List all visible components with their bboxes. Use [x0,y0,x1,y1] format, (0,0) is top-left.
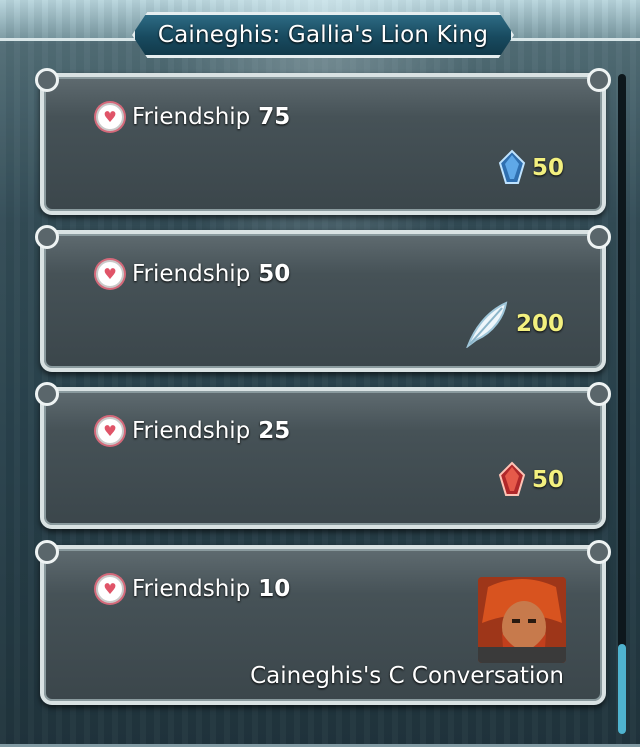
heart-icon: ♥ [96,417,124,445]
reward-card[interactable]: ♥ Friendship 10 Caineghis's C Conversati… [35,540,611,705]
blue-orb-icon [498,149,526,184]
friendship-row: ♥ Friendship 10 [96,575,290,603]
friendship-label: Friendship [132,418,251,444]
friendship-row: ♥ Friendship 50 [96,260,290,288]
scrollbar-thumb[interactable] [618,644,626,734]
friendship-level: 50 [258,261,291,287]
heart-icon: ♥ [96,260,124,288]
reward-item: 50 [498,149,564,187]
conversation-caption: Caineghis's C Conversation [250,663,564,689]
friendship-row: ♥ Friendship 25 [96,417,290,445]
scrollbar-track[interactable] [618,74,626,734]
friendship-level: 75 [258,104,291,130]
reward-amount: 50 [531,467,564,493]
reward-card[interactable]: ♥ Friendship 50 200 [35,225,611,372]
reward-item: 50 [498,461,564,499]
reward-amount: 200 [515,311,564,337]
reward-amount: 50 [531,155,564,181]
heart-icon: ♥ [96,103,124,131]
reward-card[interactable]: ♥ Friendship 75 50 [35,68,611,215]
friendship-row: ♥ Friendship 75 [96,103,290,131]
feather-icon [466,301,508,348]
character-portrait [478,577,566,663]
red-orb-icon [498,461,526,496]
friendship-level: 25 [258,418,291,444]
friendship-label: Friendship [132,576,251,602]
friendship-label: Friendship [132,104,251,130]
friendship-level: 10 [258,576,291,602]
page-title: Caineghis: Gallia's Lion King [157,22,489,48]
heart-icon: ♥ [96,575,124,603]
friendship-label: Friendship [132,261,251,287]
title-plate: Caineghis: Gallia's Lion King [132,12,514,58]
reward-card[interactable]: ♥ Friendship 25 50 [35,382,611,529]
reward-item: 200 [464,300,564,348]
